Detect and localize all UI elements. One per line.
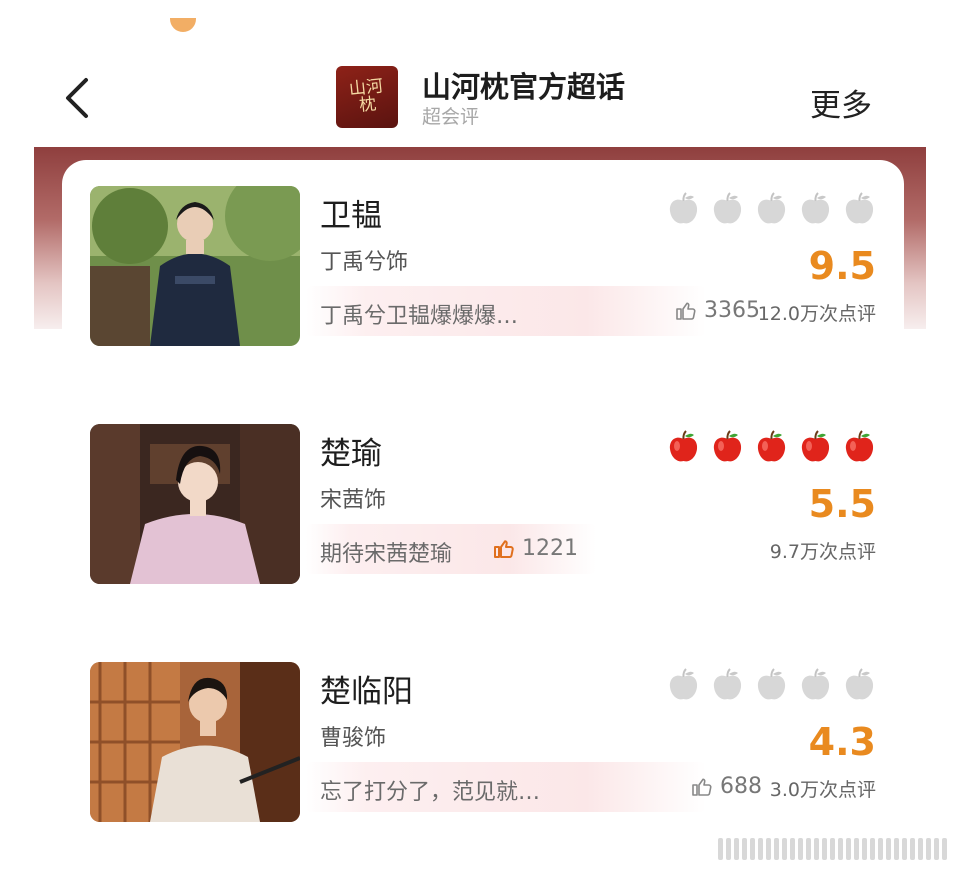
apple-icon (845, 430, 874, 462)
apple-icon (757, 192, 786, 224)
apple-icon (801, 430, 830, 462)
apple-icon (757, 668, 786, 700)
apple-rating (667, 430, 876, 464)
apple-icon (713, 192, 742, 224)
character-name: 卫韫 (320, 198, 382, 234)
apple-icon (845, 668, 874, 700)
rating-row[interactable]: 楚瑜 宋茜饰 期待宋茜楚瑜 1221 5.5 9.7万次点评 (90, 424, 890, 584)
actor-name: 宋茜饰 (320, 488, 387, 513)
like-count[interactable]: 1221 (492, 536, 578, 561)
actor-name: 丁禹兮饰 (320, 250, 409, 275)
review-count: 3.0万次点评 (769, 779, 876, 801)
character-photo[interactable] (90, 424, 300, 584)
rating-score: 9.5 (808, 244, 876, 288)
thumbs-up-icon (494, 539, 514, 558)
apple-icon (801, 192, 830, 224)
like-count[interactable]: 3365 (674, 298, 760, 323)
back-button[interactable] (58, 74, 98, 122)
rating-row[interactable]: 卫韫 丁禹兮饰 丁禹兮卫韫爆爆爆… 3365 9.5 12.0万次点评 (90, 186, 890, 346)
more-button[interactable]: 更多 (810, 80, 872, 125)
page-subtitle: 超会评 (422, 106, 480, 128)
apple-icon (713, 430, 742, 462)
review-count: 12.0万次点评 (757, 303, 876, 325)
logo-text: 山河枕 (348, 76, 385, 116)
review-count: 9.7万次点评 (769, 541, 876, 563)
actor-name: 曹骏饰 (320, 726, 387, 751)
top-comment[interactable]: 期待宋茜楚瑜 1221 (306, 524, 596, 574)
apple-icon (669, 430, 698, 462)
chevron-left-icon (66, 78, 88, 118)
like-number: 3365 (704, 298, 760, 323)
topic-logo[interactable]: 山河枕 (336, 66, 398, 128)
top-comment[interactable]: 忘了打分了，范见就… 688 (306, 762, 762, 812)
apple-icon (801, 668, 830, 700)
apple-icon (713, 668, 742, 700)
character-photo[interactable] (90, 662, 300, 822)
like-number: 688 (720, 774, 762, 799)
status-indicator (170, 18, 196, 32)
apple-rating (667, 192, 876, 226)
apple-icon (845, 192, 874, 224)
apple-icon (669, 192, 698, 224)
apple-icon (669, 668, 698, 700)
top-bar: 山河枕 山河枕官方超话 超会评 更多 (0, 50, 960, 145)
rating-score: 4.3 (808, 720, 876, 764)
character-name: 楚瑜 (320, 436, 382, 472)
apple-icon (757, 430, 786, 462)
top-comment[interactable]: 丁禹兮卫韫爆爆爆… 3365 (306, 286, 760, 336)
page-title[interactable]: 山河枕官方超话 (422, 64, 625, 106)
like-number: 1221 (522, 536, 578, 561)
comment-text: 期待宋茜楚瑜 (320, 542, 453, 567)
rating-row[interactable]: 楚临阳 曹骏饰 忘了打分了，范见就… 688 4.3 3.0万次点评 (90, 662, 890, 822)
like-count[interactable]: 688 (690, 774, 762, 799)
apple-rating (667, 668, 876, 702)
rating-score: 5.5 (808, 482, 876, 526)
character-photo[interactable] (90, 186, 300, 346)
thumbs-up-icon (676, 302, 696, 320)
watermark (718, 836, 950, 862)
comment-text: 丁禹兮卫韫爆爆爆… (320, 304, 519, 329)
comment-text: 忘了打分了，范见就… (320, 780, 541, 805)
character-name: 楚临阳 (320, 674, 413, 710)
thumbs-up-icon (692, 778, 712, 796)
